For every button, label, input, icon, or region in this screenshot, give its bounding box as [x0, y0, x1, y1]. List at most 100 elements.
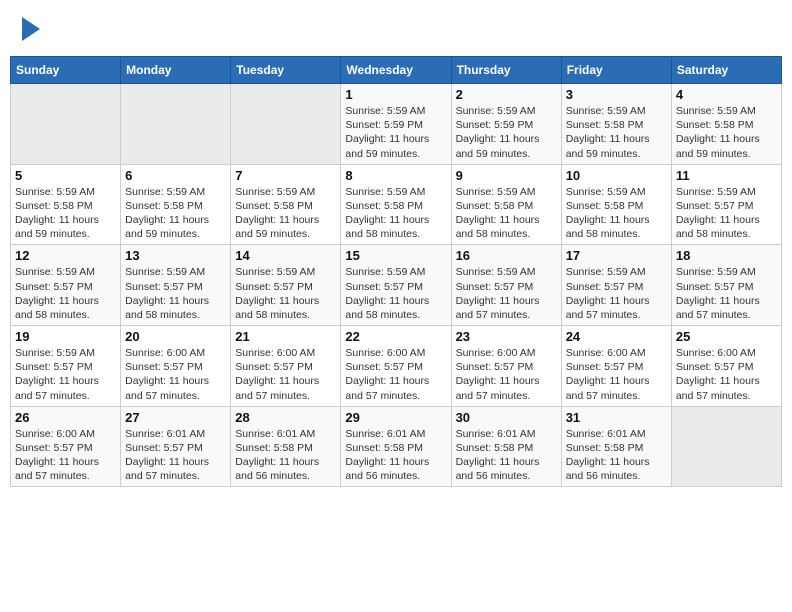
week-row-4: 19 Sunrise: 5:59 AM Sunset: 5:57 PM Dayli…: [11, 326, 782, 407]
page-header: [10, 10, 782, 46]
calendar-cell: 7 Sunrise: 5:59 AM Sunset: 5:58 PM Daylig…: [231, 164, 341, 245]
day-number: 20: [125, 329, 226, 344]
column-header-sunday: Sunday: [11, 57, 121, 84]
day-info: Sunrise: 5:59 AM Sunset: 5:57 PM Dayligh…: [676, 185, 777, 242]
calendar-cell: 4 Sunrise: 5:59 AM Sunset: 5:58 PM Daylig…: [671, 84, 781, 165]
day-info: Sunrise: 6:00 AM Sunset: 5:57 PM Dayligh…: [676, 346, 777, 403]
day-number: 21: [235, 329, 336, 344]
day-info: Sunrise: 5:59 AM Sunset: 5:58 PM Dayligh…: [235, 185, 336, 242]
day-info: Sunrise: 5:59 AM Sunset: 5:57 PM Dayligh…: [15, 265, 116, 322]
day-number: 13: [125, 248, 226, 263]
day-number: 22: [345, 329, 446, 344]
day-info: Sunrise: 5:59 AM Sunset: 5:57 PM Dayligh…: [676, 265, 777, 322]
calendar-cell: 17 Sunrise: 5:59 AM Sunset: 5:57 PM Dayli…: [561, 245, 671, 326]
calendar-cell: 14 Sunrise: 5:59 AM Sunset: 5:57 PM Dayli…: [231, 245, 341, 326]
day-info: Sunrise: 6:01 AM Sunset: 5:58 PM Dayligh…: [235, 427, 336, 484]
calendar-cell: [671, 406, 781, 487]
day-number: 24: [566, 329, 667, 344]
calendar-cell: 5 Sunrise: 5:59 AM Sunset: 5:58 PM Daylig…: [11, 164, 121, 245]
calendar-cell: 2 Sunrise: 5:59 AM Sunset: 5:59 PM Daylig…: [451, 84, 561, 165]
day-info: Sunrise: 5:59 AM Sunset: 5:57 PM Dayligh…: [125, 265, 226, 322]
day-number: 25: [676, 329, 777, 344]
day-info: Sunrise: 5:59 AM Sunset: 5:57 PM Dayligh…: [15, 346, 116, 403]
calendar-cell: 10Sunrise: 5:59 AM Sunset: 5:58 PM Dayli…: [561, 164, 671, 245]
calendar-cell: [121, 84, 231, 165]
calendar-cell: 20 Sunrise: 6:00 AM Sunset: 5:57 PM Dayli…: [121, 326, 231, 407]
calendar-cell: 18 Sunrise: 5:59 AM Sunset: 5:57 PM Dayli…: [671, 245, 781, 326]
day-number: 30: [456, 410, 557, 425]
day-number: 5: [15, 168, 116, 183]
calendar-cell: 6 Sunrise: 5:59 AM Sunset: 5:58 PM Daylig…: [121, 164, 231, 245]
calendar-cell: 3 Sunrise: 5:59 AM Sunset: 5:58 PM Daylig…: [561, 84, 671, 165]
calendar-cell: 16 Sunrise: 5:59 AM Sunset: 5:57 PM Dayli…: [451, 245, 561, 326]
calendar-cell: 8Sunrise: 5:59 AM Sunset: 5:58 PM Daylig…: [341, 164, 451, 245]
day-number: 6: [125, 168, 226, 183]
day-info: Sunrise: 6:00 AM Sunset: 5:57 PM Dayligh…: [125, 346, 226, 403]
day-info: Sunrise: 6:01 AM Sunset: 5:58 PM Dayligh…: [345, 427, 446, 484]
logo-arrow-icon: [22, 17, 40, 41]
calendar-cell: 22 Sunrise: 6:00 AM Sunset: 5:57 PM Dayli…: [341, 326, 451, 407]
week-row-3: 12Sunrise: 5:59 AM Sunset: 5:57 PM Dayli…: [11, 245, 782, 326]
column-header-tuesday: Tuesday: [231, 57, 341, 84]
calendar-cell: 25 Sunrise: 6:00 AM Sunset: 5:57 PM Dayli…: [671, 326, 781, 407]
calendar-cell: 29 Sunrise: 6:01 AM Sunset: 5:58 PM Dayli…: [341, 406, 451, 487]
day-number: 31: [566, 410, 667, 425]
calendar-cell: 24Sunrise: 6:00 AM Sunset: 5:57 PM Dayli…: [561, 326, 671, 407]
day-number: 18: [676, 248, 777, 263]
day-info: Sunrise: 5:59 AM Sunset: 5:58 PM Dayligh…: [676, 104, 777, 161]
day-number: 1: [345, 87, 446, 102]
day-number: 17: [566, 248, 667, 263]
day-info: Sunrise: 6:00 AM Sunset: 5:57 PM Dayligh…: [345, 346, 446, 403]
day-number: 16: [456, 248, 557, 263]
column-header-thursday: Thursday: [451, 57, 561, 84]
calendar-cell: 28 Sunrise: 6:01 AM Sunset: 5:58 PM Dayli…: [231, 406, 341, 487]
day-info: Sunrise: 6:00 AM Sunset: 5:57 PM Dayligh…: [235, 346, 336, 403]
logo: [20, 15, 40, 41]
column-header-monday: Monday: [121, 57, 231, 84]
day-number: 29: [345, 410, 446, 425]
week-row-1: 1 Sunrise: 5:59 AM Sunset: 5:59 PM Daylig…: [11, 84, 782, 165]
calendar-header-row: SundayMondayTuesdayWednesdayThursdayFrid…: [11, 57, 782, 84]
week-row-5: 26 Sunrise: 6:00 AM Sunset: 5:57 PM Dayli…: [11, 406, 782, 487]
calendar-cell: 27Sunrise: 6:01 AM Sunset: 5:57 PM Dayli…: [121, 406, 231, 487]
day-number: 2: [456, 87, 557, 102]
calendar-cell: 13 Sunrise: 5:59 AM Sunset: 5:57 PM Dayli…: [121, 245, 231, 326]
day-number: 8: [345, 168, 446, 183]
column-header-wednesday: Wednesday: [341, 57, 451, 84]
day-info: Sunrise: 5:59 AM Sunset: 5:58 PM Dayligh…: [125, 185, 226, 242]
day-info: Sunrise: 5:59 AM Sunset: 5:57 PM Dayligh…: [345, 265, 446, 322]
day-number: 10: [566, 168, 667, 183]
day-number: 9: [456, 168, 557, 183]
calendar-cell: [231, 84, 341, 165]
day-number: 15: [345, 248, 446, 263]
day-info: Sunrise: 5:59 AM Sunset: 5:59 PM Dayligh…: [456, 104, 557, 161]
day-number: 7: [235, 168, 336, 183]
column-header-saturday: Saturday: [671, 57, 781, 84]
calendar-cell: 30 Sunrise: 6:01 AM Sunset: 5:58 PM Dayli…: [451, 406, 561, 487]
column-header-friday: Friday: [561, 57, 671, 84]
day-info: Sunrise: 6:01 AM Sunset: 5:58 PM Dayligh…: [456, 427, 557, 484]
day-number: 4: [676, 87, 777, 102]
day-info: Sunrise: 6:00 AM Sunset: 5:57 PM Dayligh…: [456, 346, 557, 403]
day-info: Sunrise: 5:59 AM Sunset: 5:58 PM Dayligh…: [456, 185, 557, 242]
day-number: 3: [566, 87, 667, 102]
calendar-cell: 12Sunrise: 5:59 AM Sunset: 5:57 PM Dayli…: [11, 245, 121, 326]
day-number: 27: [125, 410, 226, 425]
calendar-cell: 21 Sunrise: 6:00 AM Sunset: 5:57 PM Dayli…: [231, 326, 341, 407]
day-number: 28: [235, 410, 336, 425]
day-info: Sunrise: 5:59 AM Sunset: 5:57 PM Dayligh…: [456, 265, 557, 322]
day-number: 23: [456, 329, 557, 344]
calendar-cell: 26 Sunrise: 6:00 AM Sunset: 5:57 PM Dayli…: [11, 406, 121, 487]
calendar-table: SundayMondayTuesdayWednesdayThursdayFrid…: [10, 56, 782, 487]
calendar-cell: 19 Sunrise: 5:59 AM Sunset: 5:57 PM Dayli…: [11, 326, 121, 407]
calendar-cell: [11, 84, 121, 165]
day-info: Sunrise: 5:59 AM Sunset: 5:58 PM Dayligh…: [15, 185, 116, 242]
day-info: Sunrise: 6:00 AM Sunset: 5:57 PM Dayligh…: [15, 427, 116, 484]
day-number: 14: [235, 248, 336, 263]
day-info: Sunrise: 5:59 AM Sunset: 5:57 PM Dayligh…: [566, 265, 667, 322]
day-number: 19: [15, 329, 116, 344]
day-info: Sunrise: 5:59 AM Sunset: 5:58 PM Dayligh…: [566, 104, 667, 161]
day-info: Sunrise: 6:01 AM Sunset: 5:58 PM Dayligh…: [566, 427, 667, 484]
day-number: 26: [15, 410, 116, 425]
day-info: Sunrise: 5:59 AM Sunset: 5:57 PM Dayligh…: [235, 265, 336, 322]
